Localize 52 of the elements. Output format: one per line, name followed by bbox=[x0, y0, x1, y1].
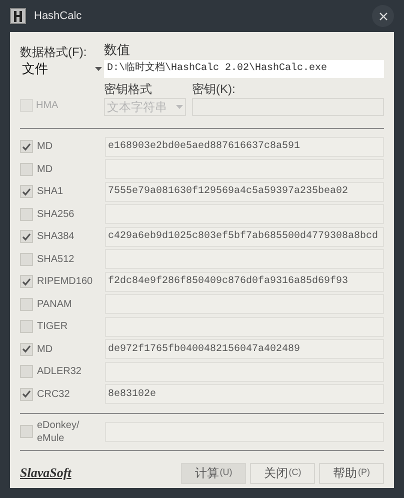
checkbox[interactable] bbox=[20, 208, 33, 221]
checkmark-icon bbox=[22, 278, 31, 286]
key-format-label: 密钥格式 bbox=[104, 80, 153, 98]
data-format-dropdown[interactable]: 文件 bbox=[20, 60, 102, 78]
hash-field[interactable]: f2dc84e9f286f850409c876d0fa9316a85d69f93 bbox=[105, 272, 384, 292]
hash-field[interactable]: 7555e79a081630f129569a4c5a59397a235bea02 bbox=[105, 182, 384, 202]
hash-label: CRC32 bbox=[37, 388, 70, 402]
checkbox[interactable] bbox=[20, 425, 33, 438]
checkbox[interactable] bbox=[20, 252, 33, 266]
hash-label: PANAM bbox=[37, 298, 72, 312]
checkbox[interactable] bbox=[20, 388, 33, 401]
key-label: 密钥(K): bbox=[192, 80, 236, 98]
brand-logo[interactable]: SlavaSoft bbox=[20, 463, 72, 483]
hash-label: SHA384 bbox=[37, 230, 74, 244]
hmac-label: HMA bbox=[36, 98, 58, 112]
checkbox[interactable] bbox=[20, 365, 33, 378]
hash-label: SHA512 bbox=[37, 252, 74, 267]
hash-label: SHA256 bbox=[37, 208, 74, 222]
checkmark-icon bbox=[22, 142, 31, 151]
value-field[interactable]: D:\临时文档\HashCalc 2.02\HashCalc.exe bbox=[104, 60, 384, 78]
hash-field[interactable]: 8e83102e bbox=[105, 384, 384, 404]
hash-label: MD bbox=[37, 140, 53, 154]
edonkey-label: eDonkey/ eMule bbox=[37, 418, 80, 444]
data-format-label: 数据格式(F): bbox=[20, 44, 88, 60]
checkbox[interactable] bbox=[20, 342, 33, 356]
caret-icon bbox=[176, 104, 183, 108]
app-logo-icon bbox=[10, 8, 26, 24]
hash-label: RIPEMD160 bbox=[37, 275, 93, 290]
checkmark-icon bbox=[22, 345, 31, 354]
hash-label: TIGER bbox=[37, 320, 68, 334]
window-title: HashCalc bbox=[34, 8, 82, 24]
checkbox[interactable] bbox=[20, 320, 33, 334]
hash-field[interactable]: c429a6eb9d1025c803ef5bf7ab685500d4779308a8bcd bbox=[105, 226, 384, 247]
checkmark-icon bbox=[22, 390, 31, 398]
hash-field[interactable]: e168903e2bd0e5aed887616637c8a591 bbox=[105, 136, 384, 157]
close-button[interactable] bbox=[372, 5, 394, 27]
checkbox[interactable] bbox=[20, 185, 33, 198]
hash-label: MD bbox=[37, 162, 53, 177]
hash-label: MD bbox=[37, 342, 53, 357]
caret-icon bbox=[95, 67, 102, 71]
checkbox[interactable] bbox=[20, 275, 33, 288]
value-label: 数值 bbox=[104, 41, 131, 59]
hash-field[interactable]: de972f1765fb0400482156047a402489 bbox=[105, 339, 384, 360]
close-icon bbox=[378, 12, 388, 20]
checkmark-icon bbox=[22, 188, 31, 196]
checkbox[interactable] bbox=[20, 162, 33, 176]
checkbox[interactable] bbox=[20, 230, 33, 244]
hash-label: SHA1 bbox=[37, 185, 64, 200]
hash-label: ADLER32 bbox=[37, 365, 82, 380]
checkbox[interactable] bbox=[20, 140, 33, 154]
checkmark-icon bbox=[22, 232, 31, 241]
checkbox[interactable] bbox=[20, 298, 33, 311]
